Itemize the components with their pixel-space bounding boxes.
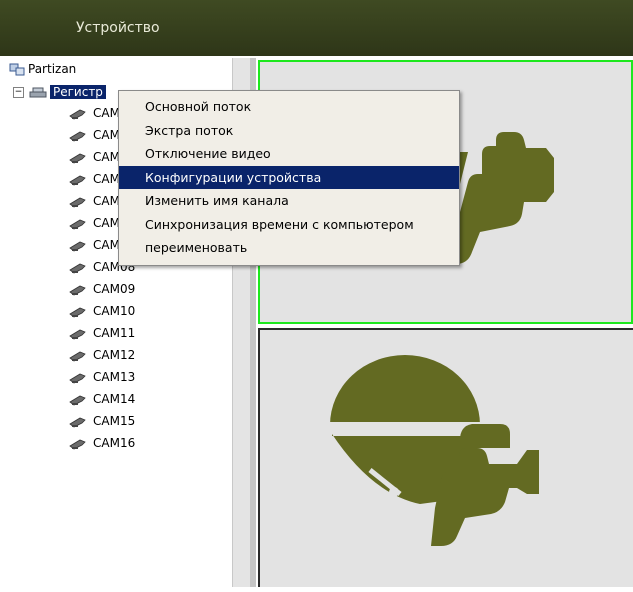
tree-camera-label: CAM12: [93, 348, 136, 362]
tree-camera-item[interactable]: CAM13: [69, 368, 135, 386]
tree-camera-label: CAM15: [93, 414, 136, 428]
camera-icon: [69, 307, 86, 317]
context-menu-item[interactable]: Основной поток: [119, 95, 459, 119]
tree-root-label: Partizan: [28, 62, 77, 76]
video-cell-2[interactable]: [258, 328, 633, 587]
tree-camera-item[interactable]: CAM11: [69, 324, 135, 342]
camera-icon: [69, 241, 86, 251]
context-menu-item[interactable]: Конфигурации устройства: [119, 165, 459, 189]
context-menu-item[interactable]: Экстра поток: [119, 119, 459, 143]
camera-icon: [69, 131, 86, 141]
camera-icon: [69, 351, 86, 361]
tree-camera-item[interactable]: CAM09: [69, 280, 135, 298]
dvr-icon: [29, 87, 47, 97]
tree-camera-item[interactable]: CAM10: [69, 302, 135, 320]
header-title: Устройство: [76, 20, 160, 36]
tree-camera-label: CAM11: [93, 326, 136, 340]
registrar-label: Регистр: [50, 85, 106, 99]
no-signal-logo-icon: [330, 355, 539, 546]
tree-camera-item[interactable]: CAM15: [69, 412, 135, 430]
tree-camera-item[interactable]: CAM16: [69, 434, 135, 452]
tree-camera-label: CAM10: [93, 304, 136, 318]
tree-registrar[interactable]: − Регистр: [13, 83, 106, 101]
tree-root[interactable]: Partizan: [9, 60, 76, 78]
camera-icon: [69, 417, 86, 427]
camera-icon: [69, 153, 86, 163]
context-menu-item[interactable]: Отключение видео: [119, 142, 459, 166]
camera-icon: [69, 285, 86, 295]
context-menu-item[interactable]: Изменить имя канала: [119, 189, 459, 213]
camera-icon: [69, 109, 86, 119]
camera-icon: [69, 395, 86, 405]
context-menu-items: Основной поток Экстра поток Отключение вид…: [119, 95, 459, 260]
camera-icon: [69, 263, 86, 273]
camera-icon: [69, 439, 86, 449]
network-icon: [9, 63, 25, 75]
app-header: Устройство: [0, 0, 633, 56]
context-menu: Основной поток Экстра поток Отключение вид…: [118, 90, 460, 266]
camera-icon: [69, 373, 86, 383]
context-menu-item[interactable]: Синхронизация времени с компьютером: [119, 213, 459, 237]
camera-icon: [69, 175, 86, 185]
camera-icon: [69, 197, 86, 207]
tree-camera-label: CAM16: [93, 436, 136, 450]
tree-camera-item[interactable]: CAM12: [69, 346, 135, 364]
tree-camera-item[interactable]: CAM14: [69, 390, 135, 408]
context-menu-item[interactable]: переименовать: [119, 236, 459, 260]
tree-camera-label: CAM14: [93, 392, 136, 406]
camera-icon: [69, 219, 86, 229]
collapse-toggle[interactable]: −: [13, 87, 24, 98]
camera-icon: [69, 329, 86, 339]
tree-camera-label: CAM13: [93, 370, 136, 384]
tree-camera-label: CAM09: [93, 282, 136, 296]
